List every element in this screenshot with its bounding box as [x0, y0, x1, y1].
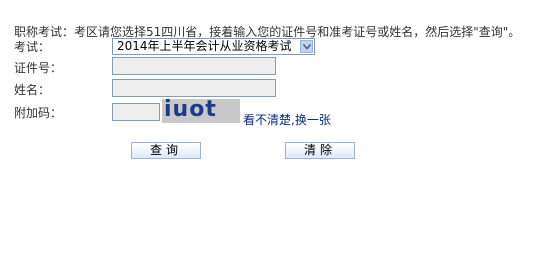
query-button[interactable]: 查询 — [131, 142, 201, 159]
refresh-captcha-link[interactable]: 看不清楚,换一张 — [243, 112, 331, 128]
verification-code-label: 附加码： — [14, 106, 63, 120]
clear-button[interactable]: 清除 — [285, 142, 355, 159]
exam-label: 考试： — [14, 40, 51, 54]
id-number-label: 证件号： — [14, 61, 63, 75]
exam-select[interactable]: 2014年上半年会计从业资格考试 — [112, 38, 315, 55]
name-input[interactable] — [112, 79, 276, 97]
exam-select-value: 2014年上半年会计从业资格考试 — [117, 39, 292, 53]
captcha-text: iuot — [164, 99, 217, 122]
name-label: 姓名： — [14, 83, 51, 97]
chevron-down-icon[interactable] — [300, 40, 313, 53]
verification-code-input[interactable] — [112, 103, 160, 121]
id-number-input[interactable] — [112, 57, 276, 75]
captcha-image[interactable]: iuot — [162, 99, 240, 123]
